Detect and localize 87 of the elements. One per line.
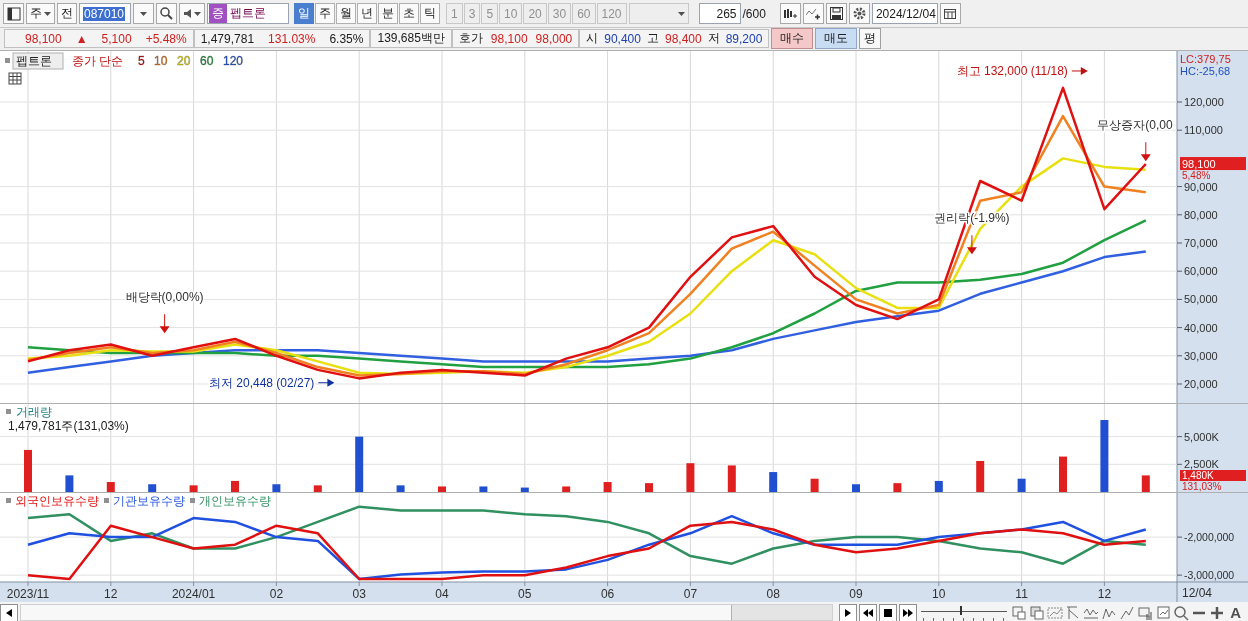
axis-label: 120,000 (1184, 96, 1224, 108)
annotation-label: 무상증자(0,00 (1097, 118, 1173, 133)
volume-ratio: 131.03% (268, 31, 316, 46)
quote-label: 호가 (458, 30, 483, 47)
annotation-label: 최저 20,448 (02/27) (208, 375, 315, 390)
axis-label: -2,000,000 (1184, 531, 1235, 544)
date-label: 10 (932, 587, 946, 601)
period-tab[interactable]: 분 (378, 3, 398, 24)
average-button[interactable]: 평 (859, 28, 882, 49)
date-label: 03 (352, 587, 366, 601)
date-label: 2024/01 (171, 587, 216, 601)
market-badge: 증 (209, 4, 227, 23)
stock-code-field[interactable]: 087010 (79, 3, 131, 24)
axis-label: 90,000 (1184, 180, 1218, 193)
volume-reading: 1,479,781주(131,03%) (8, 419, 129, 433)
axis-label: 80,000 (1184, 208, 1218, 221)
date-label: 2023/11 (6, 587, 50, 601)
turnover-rate: 6.35% (329, 31, 364, 46)
previous-button[interactable]: 전 (57, 3, 77, 24)
axis-label: 2,500K (1184, 458, 1219, 471)
legend-label: 60 (200, 54, 214, 68)
date-label: 08 (766, 587, 780, 601)
legend-label: 120 (223, 54, 244, 68)
ask-price: 98,100 (490, 31, 528, 46)
low-label: 저 (707, 30, 720, 47)
up-triangle-icon: ▲ (75, 31, 88, 46)
current-price: 98,100 (25, 31, 62, 46)
stock-name-field[interactable]: 증 펩트론 (207, 3, 289, 24)
percent-tag: 5,48% (1182, 170, 1211, 182)
legend-label: 외국인보유수량 (15, 494, 99, 508)
sell-button[interactable]: 매도 (815, 28, 858, 49)
trade-amount: 139,685백만 (377, 30, 445, 47)
price-change: 5,100 (101, 31, 132, 46)
price-tag: 98,100 (1180, 157, 1246, 171)
chart-name-tag: 펩트론 (12, 52, 64, 70)
axis-label: 5,000K (1184, 430, 1219, 443)
count-field[interactable]: 265 (698, 3, 741, 24)
date-label: 12 (104, 587, 118, 601)
legend-label: 10 (154, 54, 168, 68)
axis-label: 60,000 (1184, 265, 1218, 278)
low-price: 89,200 (725, 31, 763, 46)
date-label: 11 (1015, 587, 1028, 601)
font-button[interactable]: A (1227, 604, 1244, 621)
period-tab[interactable]: 주 (315, 3, 335, 24)
legend-label: 기관보유수량 (113, 494, 185, 508)
date-field[interactable]: 2024/12/04 (871, 3, 938, 24)
axis-label: 50,000 (1184, 293, 1218, 306)
axis-label: 20,000 (1184, 378, 1218, 390)
annotation-label: 최고 132,000 (11/18) (956, 64, 1068, 78)
date-label: 12 (1097, 587, 1112, 601)
legend-label: 5 (138, 54, 145, 68)
axis-label: 40,000 (1184, 321, 1218, 334)
axis-label: -3,000,000 (1184, 569, 1235, 582)
market-dropdown[interactable]: 주 (26, 3, 55, 24)
date-label: 02 (269, 587, 284, 601)
legend-label: 개인보유수량 (199, 494, 271, 508)
buy-button[interactable]: 매수 (771, 28, 814, 49)
date-label: 05 (518, 587, 532, 601)
open-price: 90,400 (604, 31, 641, 46)
axis-label: 70,000 (1184, 237, 1218, 249)
change-percent: +5.48% (145, 31, 187, 46)
date-label: 07 (683, 587, 698, 601)
current-date-label: 12/04 (1182, 586, 1213, 600)
pane-title: 거래량 (16, 405, 52, 419)
axis-label: 30,000 (1184, 349, 1218, 362)
bid-price: 98,000 (535, 31, 573, 46)
open-label: 시 (586, 30, 599, 47)
trade-volume: 1,479,781 (200, 31, 255, 46)
legend-label: 종가 단순 (72, 54, 124, 68)
period-tab[interactable]: 월 (336, 3, 356, 24)
percent-tag: 131,03% (1182, 481, 1222, 492)
volume-tag: 1,480K (1180, 470, 1246, 481)
legend-label: 20 (177, 54, 191, 68)
count-max: /600 (742, 6, 766, 21)
high-label: 고 (646, 30, 659, 47)
date-label: 09 (849, 587, 863, 601)
high-price: 98,400 (664, 31, 702, 46)
period-tab[interactable]: 초 (399, 3, 419, 24)
annotation-label: 배당락(0,00%) (125, 290, 204, 305)
axis-label: 110,000 (1184, 124, 1223, 137)
period-tab[interactable]: 년 (357, 3, 377, 24)
lc-reading: LC:379,75 (1180, 53, 1231, 65)
hc-reading: HC:-25,68 (1180, 65, 1231, 77)
period-tab[interactable]: 일 (294, 3, 314, 24)
date-label: 06 (600, 587, 615, 601)
period-tab[interactable]: 틱 (420, 3, 440, 24)
date-label: 04 (435, 587, 449, 601)
